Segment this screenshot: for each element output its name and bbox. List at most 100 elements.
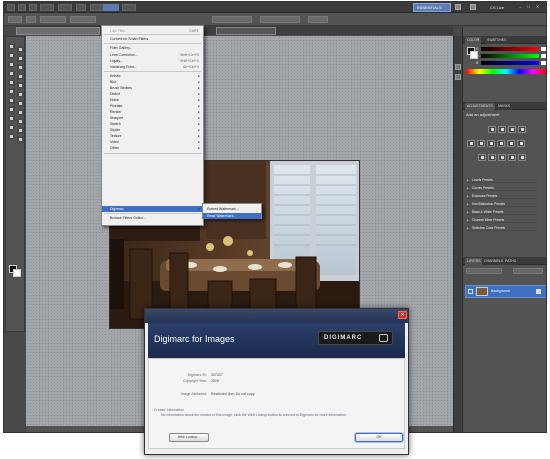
close-icon[interactable]: ✕ xyxy=(535,4,540,10)
minimize-icon[interactable]: – xyxy=(518,4,523,10)
workspace-arrow-icon[interactable] xyxy=(455,4,461,10)
type-tool-icon[interactable] xyxy=(17,109,24,116)
tab-layers[interactable]: LAYERS xyxy=(465,258,483,265)
submenu-item-embed-watermark[interactable]: Embed Watermark... xyxy=(203,206,261,212)
crop-tool-icon[interactable] xyxy=(8,61,15,68)
filter-menu-title[interactable] xyxy=(103,4,119,11)
filter-menu-item-vanishing-point[interactable]: Vanishing Point... Alt+Ctrl+V xyxy=(102,64,203,70)
preset-selective-color[interactable]: Selective Color Presets xyxy=(466,225,538,231)
preset-curves[interactable]: Curves Presets xyxy=(466,185,538,191)
tool-preset-picker[interactable] xyxy=(8,16,22,23)
filter-menu-item-filter-gallery[interactable]: Filter Gallery... xyxy=(102,45,203,51)
option-chip[interactable] xyxy=(26,16,36,23)
toolbox-background-swatch[interactable] xyxy=(13,269,21,277)
preset-black-white[interactable]: Black & White Presets xyxy=(466,209,538,215)
hand-tool-icon[interactable] xyxy=(8,133,15,140)
curves-icon[interactable] xyxy=(508,126,516,133)
quick-select-tool-icon[interactable] xyxy=(17,55,24,62)
option-field[interactable] xyxy=(212,16,252,23)
hand-tool-icon[interactable] xyxy=(76,4,86,11)
blend-mode-dropdown[interactable] xyxy=(466,268,502,274)
levels-icon[interactable] xyxy=(498,126,506,133)
tab-adjustments[interactable]: ADJUSTMENTS xyxy=(465,103,495,110)
preset-hue-saturation[interactable]: Hue/Saturation Presets xyxy=(466,201,538,207)
brightness-contrast-icon[interactable] xyxy=(488,126,496,133)
web-lookup-button[interactable]: Web Lookup... xyxy=(169,433,209,442)
filter-menu-item-last-filter[interactable]: Last Filter Ctrl+F xyxy=(102,28,203,34)
color-spectrum-bar[interactable] xyxy=(466,69,546,74)
pen-tool-icon[interactable] xyxy=(8,106,15,113)
tab-color[interactable]: COLOR xyxy=(465,37,482,44)
tab-paths[interactable]: PATHS xyxy=(503,258,519,265)
filter-menu-item-digimarc[interactable]: Digimarc ▸ xyxy=(102,206,203,212)
blue-slider[interactable] xyxy=(481,61,539,65)
3d-orbit-tool-icon[interactable] xyxy=(17,127,24,134)
dodge-tool-icon[interactable] xyxy=(17,100,24,107)
option-field[interactable] xyxy=(40,16,66,23)
dialog-close-icon[interactable]: ✕ xyxy=(398,311,407,319)
blue-value-field[interactable] xyxy=(541,61,546,65)
history-brush-tool-icon[interactable] xyxy=(17,82,24,89)
screen-mode-dropdown[interactable] xyxy=(122,4,136,11)
view-extras-dropdown[interactable] xyxy=(40,4,54,11)
hue-saturation-icon[interactable] xyxy=(477,140,485,147)
eraser-tool-icon[interactable] xyxy=(8,88,15,95)
shape-tool-icon[interactable] xyxy=(17,118,24,125)
eyedropper-tool-icon[interactable] xyxy=(17,64,24,71)
tab-masks[interactable]: MASKS xyxy=(496,103,513,110)
document-tab[interactable] xyxy=(16,27,100,35)
black-white-icon[interactable] xyxy=(497,140,505,147)
essentials-workspace-button[interactable]: ESSENTIALS xyxy=(413,3,451,12)
spot-heal-tool-icon[interactable] xyxy=(8,70,15,77)
green-slider[interactable] xyxy=(481,54,539,58)
filter-menu-item-other[interactable]: Other ▸ xyxy=(102,145,203,151)
ok-button[interactable]: OK xyxy=(355,433,403,442)
document-tab[interactable] xyxy=(216,27,276,35)
gradient-tool-icon[interactable] xyxy=(17,91,24,98)
mini-bridge-icon[interactable] xyxy=(29,4,37,11)
submenu-item-read-watermark[interactable]: Read Watermark... xyxy=(203,213,261,219)
exposure-icon[interactable] xyxy=(518,126,526,133)
opacity-field[interactable] xyxy=(513,268,543,274)
zoom-tool-icon[interactable] xyxy=(17,136,24,143)
zoom-level-dropdown[interactable] xyxy=(58,4,72,11)
bridge-icon[interactable] xyxy=(18,4,26,11)
vibrance-icon[interactable] xyxy=(467,140,475,147)
history-panel-icon[interactable] xyxy=(455,64,461,70)
3d-rotate-tool-icon[interactable] xyxy=(8,124,15,131)
invert-icon[interactable] xyxy=(478,154,486,161)
posterize-icon[interactable] xyxy=(488,154,496,161)
info-panel-icon[interactable] xyxy=(455,74,461,80)
tab-channels[interactable]: CHANNELS xyxy=(482,258,506,265)
option-chip[interactable] xyxy=(308,16,328,23)
threshold-icon[interactable] xyxy=(498,154,506,161)
tab-swatches[interactable]: SWATCHES xyxy=(485,37,509,44)
option-field[interactable] xyxy=(70,16,96,23)
gradient-map-icon[interactable] xyxy=(508,154,516,161)
photo-filter-icon[interactable] xyxy=(507,140,515,147)
path-select-tool-icon[interactable] xyxy=(8,115,15,122)
red-slider[interactable] xyxy=(481,47,539,51)
preset-levels[interactable]: Levels Presets xyxy=(466,177,538,183)
preset-channel-mixer[interactable]: Channel Mixer Presets xyxy=(466,217,538,223)
brush-tool-icon[interactable] xyxy=(17,73,24,80)
red-value-field[interactable] xyxy=(541,47,546,51)
layer-row-background[interactable]: Background xyxy=(465,285,546,298)
workspace-menu-icon[interactable] xyxy=(470,4,476,10)
channel-mixer-icon[interactable] xyxy=(517,140,525,147)
eye-icon[interactable] xyxy=(468,289,473,294)
filter-menu-item-browse-filters-online[interactable]: Browse Filters Online... xyxy=(102,215,203,221)
arrange-documents-dropdown[interactable] xyxy=(90,4,104,11)
green-value-field[interactable] xyxy=(541,54,546,58)
cs-live-button[interactable]: CS Live xyxy=(490,3,530,12)
option-field[interactable] xyxy=(260,16,300,23)
move-tool-icon[interactable] xyxy=(8,43,15,50)
preset-exposure[interactable]: Exposure Presets xyxy=(466,193,538,199)
maximize-icon[interactable]: □ xyxy=(526,4,531,10)
color-balance-icon[interactable] xyxy=(487,140,495,147)
lasso-tool-icon[interactable] xyxy=(8,52,15,59)
clone-stamp-tool-icon[interactable] xyxy=(8,79,15,86)
marquee-tool-icon[interactable] xyxy=(17,46,24,53)
selective-color-icon[interactable] xyxy=(518,154,526,161)
blur-tool-icon[interactable] xyxy=(8,97,15,104)
